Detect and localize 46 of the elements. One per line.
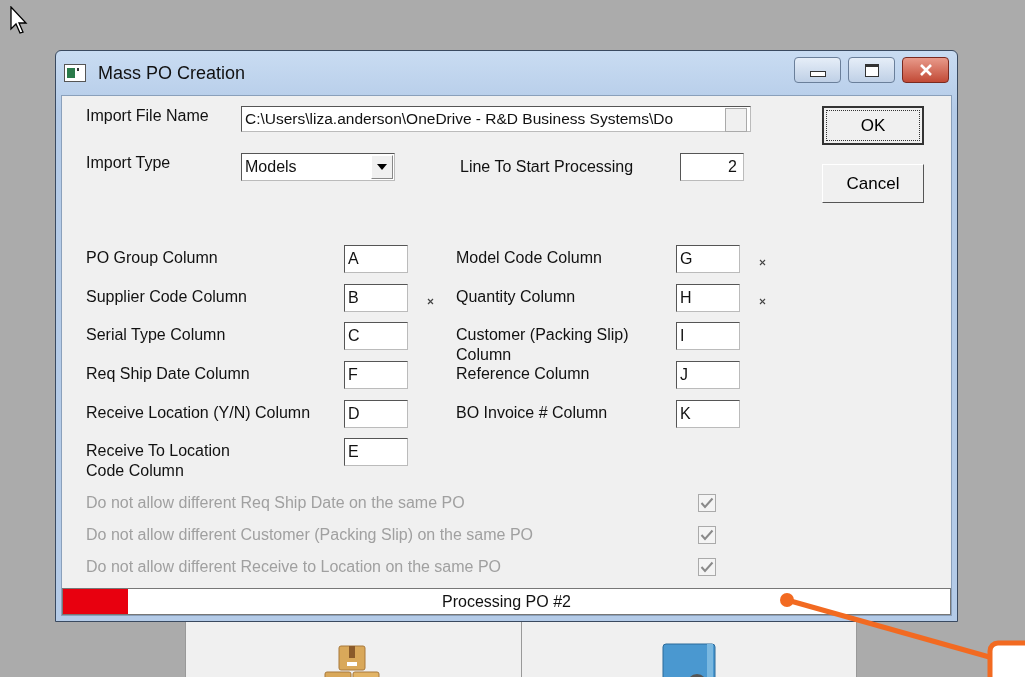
browse-button[interactable] <box>725 108 747 132</box>
close-icon <box>918 64 933 76</box>
field-label: Quantity Column <box>456 286 577 307</box>
dropdown-arrow-icon <box>377 164 387 170</box>
column-field[interactable]: I <box>676 322 740 351</box>
close-button[interactable] <box>902 57 949 83</box>
field-label: BO Invoice # Column <box>456 402 609 423</box>
progress-text: Processing PO #2 <box>442 592 571 611</box>
field-label: PO Group Column <box>86 248 219 268</box>
column-field[interactable]: H <box>676 283 740 312</box>
column-field[interactable]: F <box>344 361 408 390</box>
option-label: Do not allow different Receive to Location on the same PO <box>86 558 503 577</box>
field-label: Import Type <box>86 153 172 173</box>
option-label: Do not allow different Req Ship Date on the same PO <box>86 494 466 513</box>
column-field[interactable]: A <box>344 245 408 273</box>
field-label: Req Ship Date Column <box>86 364 251 385</box>
column-field[interactable]: B <box>344 283 408 312</box>
field-label: Serial Type Column <box>86 325 227 346</box>
field-label: Customer (Packing Slip) Column <box>456 325 630 366</box>
file-name-field[interactable]: C:\Users\liza.anderson\OneDrive - R&D Business Systems\Do <box>241 106 751 132</box>
ok-button[interactable]: OK <box>822 106 924 145</box>
minimize-icon <box>809 71 826 77</box>
field-label: Line To Start Processing <box>460 157 635 177</box>
option-label: Do not allow different Customer (Packing Slip) on the same PO <box>86 526 535 545</box>
maximize-button[interactable] <box>848 57 895 83</box>
field-label: Receive To Location Code Column <box>86 441 231 482</box>
column-field[interactable]: C <box>344 322 408 351</box>
column-field[interactable]: G <box>676 245 740 273</box>
column-field[interactable]: K <box>676 399 740 428</box>
column-field[interactable]: E <box>344 438 408 467</box>
minimize-button[interactable] <box>794 57 841 83</box>
field-label: Receive Location (Y/N) Column <box>86 402 312 423</box>
line-start-field[interactable]: 2 <box>680 153 744 181</box>
cursor-icon <box>10 6 28 34</box>
import-type-dropdown[interactable]: Models <box>241 153 395 181</box>
field-label: Import File Name <box>86 106 210 126</box>
field-label: Supplier Code Column <box>86 286 248 307</box>
field-label: Model Code Column <box>456 248 603 268</box>
column-field[interactable]: D <box>344 399 408 428</box>
cancel-button[interactable]: Cancel <box>822 164 924 203</box>
window-title: Mass PO Creation <box>98 62 246 84</box>
callout-box <box>987 640 1025 677</box>
app-icon <box>64 64 86 82</box>
field-label: Reference Column <box>456 364 591 385</box>
column-field[interactable]: J <box>676 361 740 390</box>
maximize-icon <box>864 63 879 77</box>
